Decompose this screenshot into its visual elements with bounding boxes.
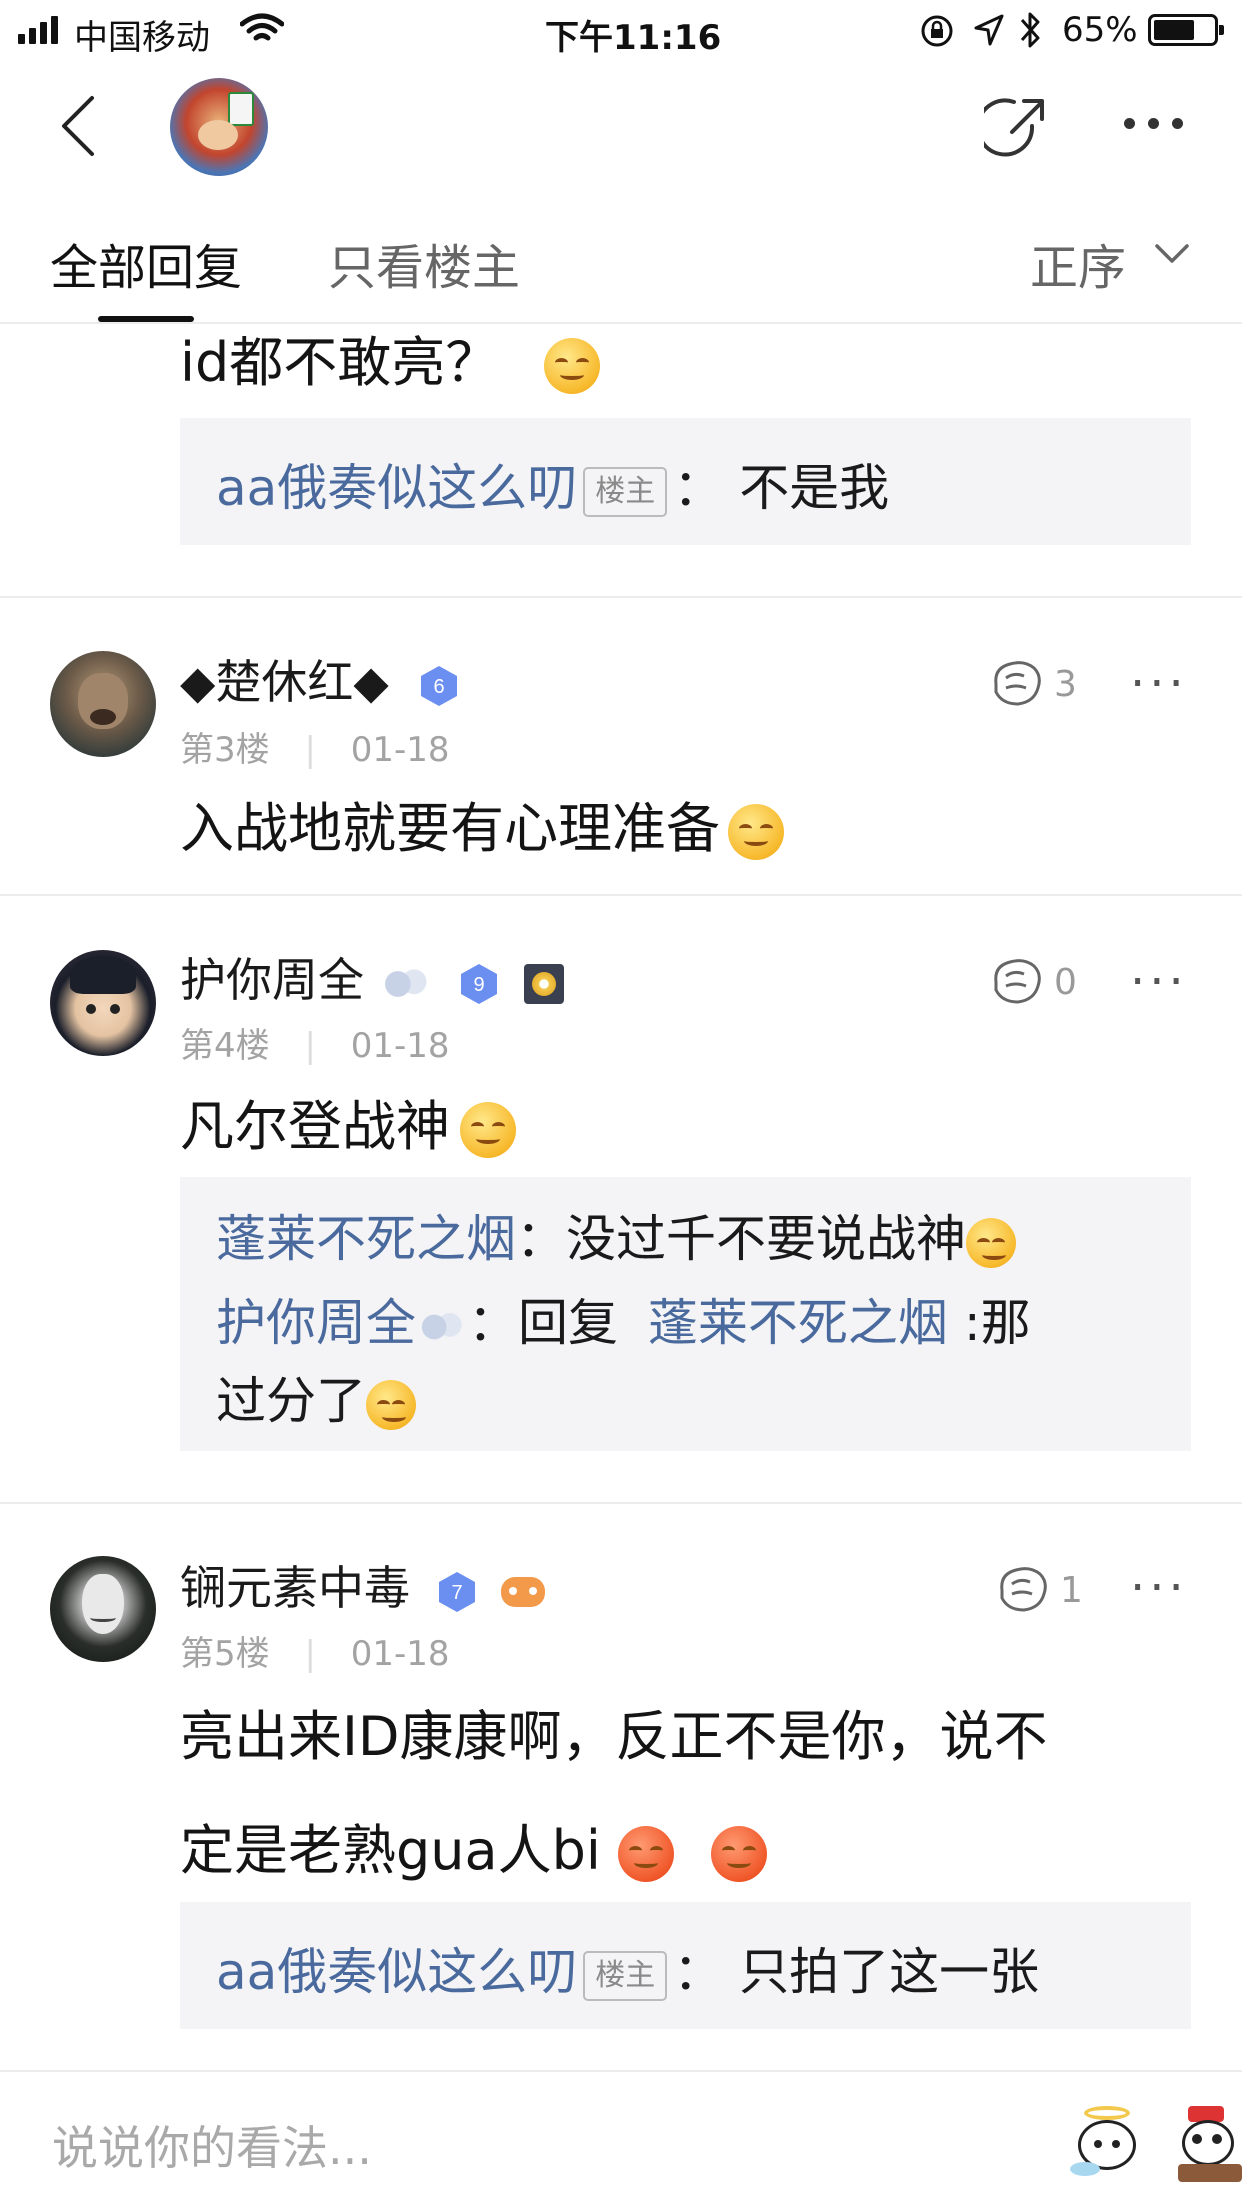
status-bar: 中国移动 下午11:16 65% <box>0 0 1242 62</box>
gamepad-icon <box>501 1576 546 1607</box>
smoke-icon <box>416 1305 468 1348</box>
carrier-label: 中国移动 <box>74 18 210 58</box>
smoke-icon <box>378 961 433 1006</box>
post-date: 01-18 <box>350 730 450 770</box>
reply-author-link[interactable]: aa俄奏似这么叨 <box>216 1943 577 2001</box>
reply-text: 只拍了这一张 <box>739 1943 1040 2001</box>
smug-emoji-icon <box>460 1102 516 1159</box>
signal-icon <box>18 14 62 44</box>
post-body: 凡尔登战神 <box>180 1082 516 1161</box>
tab-all-replies[interactable]: 全部回复 <box>50 228 242 298</box>
svg-text:9: 9 <box>474 974 485 996</box>
chevron-down-icon[interactable] <box>1154 242 1190 266</box>
avatar[interactable] <box>50 1556 156 1662</box>
like-hand-icon[interactable] <box>996 1564 1052 1614</box>
svg-text:6: 6 <box>434 676 445 698</box>
share-icon[interactable] <box>984 96 1048 160</box>
reply-target-link[interactable]: 蓬莱不死之烟 <box>648 1294 948 1352</box>
smirk-emoji-icon <box>711 1826 768 1883</box>
like-hand-icon[interactable] <box>990 956 1046 1006</box>
reply-author-link[interactable]: 蓬莱不死之烟 <box>216 1210 516 1268</box>
post-date: 01-18 <box>350 1634 450 1674</box>
floor-label: 第3楼 <box>180 730 270 770</box>
location-icon <box>974 14 1004 46</box>
input-bar-divider <box>0 2070 1242 2072</box>
battery-icon <box>1148 14 1224 46</box>
post-body-partial: id都不敢亮？ <box>180 318 601 397</box>
battery-percent: 65% <box>1062 10 1138 50</box>
op-badge: 楼主 <box>583 1950 668 2001</box>
cover-mouth-emoji-icon <box>544 338 601 395</box>
reply-line: aa俄奏似这么叨 楼主： 不是我 <box>216 459 890 517</box>
smug-emoji-icon <box>366 1379 416 1430</box>
reply-text: 不是我 <box>739 459 890 517</box>
post-date: 01-18 <box>350 1026 450 1066</box>
post-more-icon[interactable]: ··· <box>1130 954 1188 1010</box>
post-body: 亮出来ID康康啊，反正不是你，说不 <box>180 1705 1048 1768</box>
more-menu-icon[interactable] <box>1124 118 1184 132</box>
post-more-icon[interactable]: ··· <box>1130 656 1188 712</box>
like-count: 1 <box>1060 1570 1083 1611</box>
smirk-emoji-icon <box>618 1826 675 1883</box>
smug-emoji-icon <box>728 804 784 861</box>
username[interactable]: 护你周全 9 <box>180 944 564 1010</box>
avatar[interactable] <box>50 651 156 757</box>
clock: 下午11:16 <box>545 18 722 58</box>
medal-icon <box>523 963 564 1004</box>
reply-line: 蓬莱不死之烟：没过千不要说战神 <box>216 1199 1016 1271</box>
username[interactable]: ◆楚休红◆ 6 <box>180 646 461 712</box>
level-badge-icon: 6 <box>421 665 458 706</box>
comment-input[interactable]: 说说你的看法... <box>52 2112 372 2178</box>
post-meta: 第5楼 | 01-18 <box>180 1634 450 1674</box>
reply-box[interactable]: aa俄奏似这么叨 楼主： 不是我 <box>180 418 1191 545</box>
level-badge-icon: 9 <box>461 963 498 1004</box>
post-divider <box>0 894 1242 896</box>
smug-emoji-icon <box>966 1217 1016 1268</box>
op-badge: 楼主 <box>583 466 668 517</box>
reply-author-link[interactable]: aa俄奏似这么叨 <box>216 459 577 517</box>
like-count: 3 <box>1054 664 1077 705</box>
like-count: 0 <box>1054 962 1077 1003</box>
reply-box[interactable]: 蓬莱不死之烟：没过千不要说战神 护你周全 ：回复 蓬莱不死之烟 :那 过分了 <box>180 1177 1191 1451</box>
reply-line: aa俄奏似这么叨 楼主： 只拍了这一张 <box>216 1943 1040 2001</box>
reply-author-link[interactable]: 护你周全 <box>216 1294 416 1352</box>
post-body: 入战地就要有心理准备 <box>180 784 784 863</box>
username[interactable]: 锎元素中毒 7 <box>180 1552 546 1618</box>
post-divider <box>0 596 1242 598</box>
reply-box[interactable]: aa俄奏似这么叨 楼主： 只拍了这一张 <box>180 1902 1191 2029</box>
post-meta: 第3楼 | 01-18 <box>180 730 450 770</box>
forum-avatar[interactable] <box>170 78 268 176</box>
svg-text:7: 7 <box>451 1582 462 1604</box>
panda-sticker-icon[interactable] <box>1178 2106 1242 2186</box>
like-hand-icon[interactable] <box>990 658 1046 708</box>
post-meta: 第4楼 | 01-18 <box>180 1026 450 1066</box>
rotation-lock-icon <box>921 15 953 47</box>
reply-line: 护你周全 ：回复 蓬莱不死之烟 :那 <box>216 1294 1031 1352</box>
tab-op-only[interactable]: 只看楼主 <box>328 228 520 298</box>
wifi-icon <box>240 13 284 41</box>
sticker-icon[interactable] <box>1070 2106 1144 2180</box>
sort-dropdown[interactable]: 正序 <box>1030 228 1126 298</box>
bluetooth-icon <box>1020 12 1040 48</box>
floor-label: 第5楼 <box>180 1634 270 1674</box>
post-more-icon[interactable]: ··· <box>1130 1560 1188 1616</box>
floor-label: 第4楼 <box>180 1026 270 1066</box>
post-divider <box>0 1502 1242 1504</box>
post-body: 定是老熟gua人bi <box>180 1806 768 1885</box>
level-badge-icon: 7 <box>438 1571 475 1612</box>
avatar[interactable] <box>50 950 156 1056</box>
reply-text: 没过千不要说战神 <box>566 1210 966 1268</box>
reply-line: 过分了 <box>216 1361 416 1433</box>
back-icon[interactable] <box>58 94 98 158</box>
